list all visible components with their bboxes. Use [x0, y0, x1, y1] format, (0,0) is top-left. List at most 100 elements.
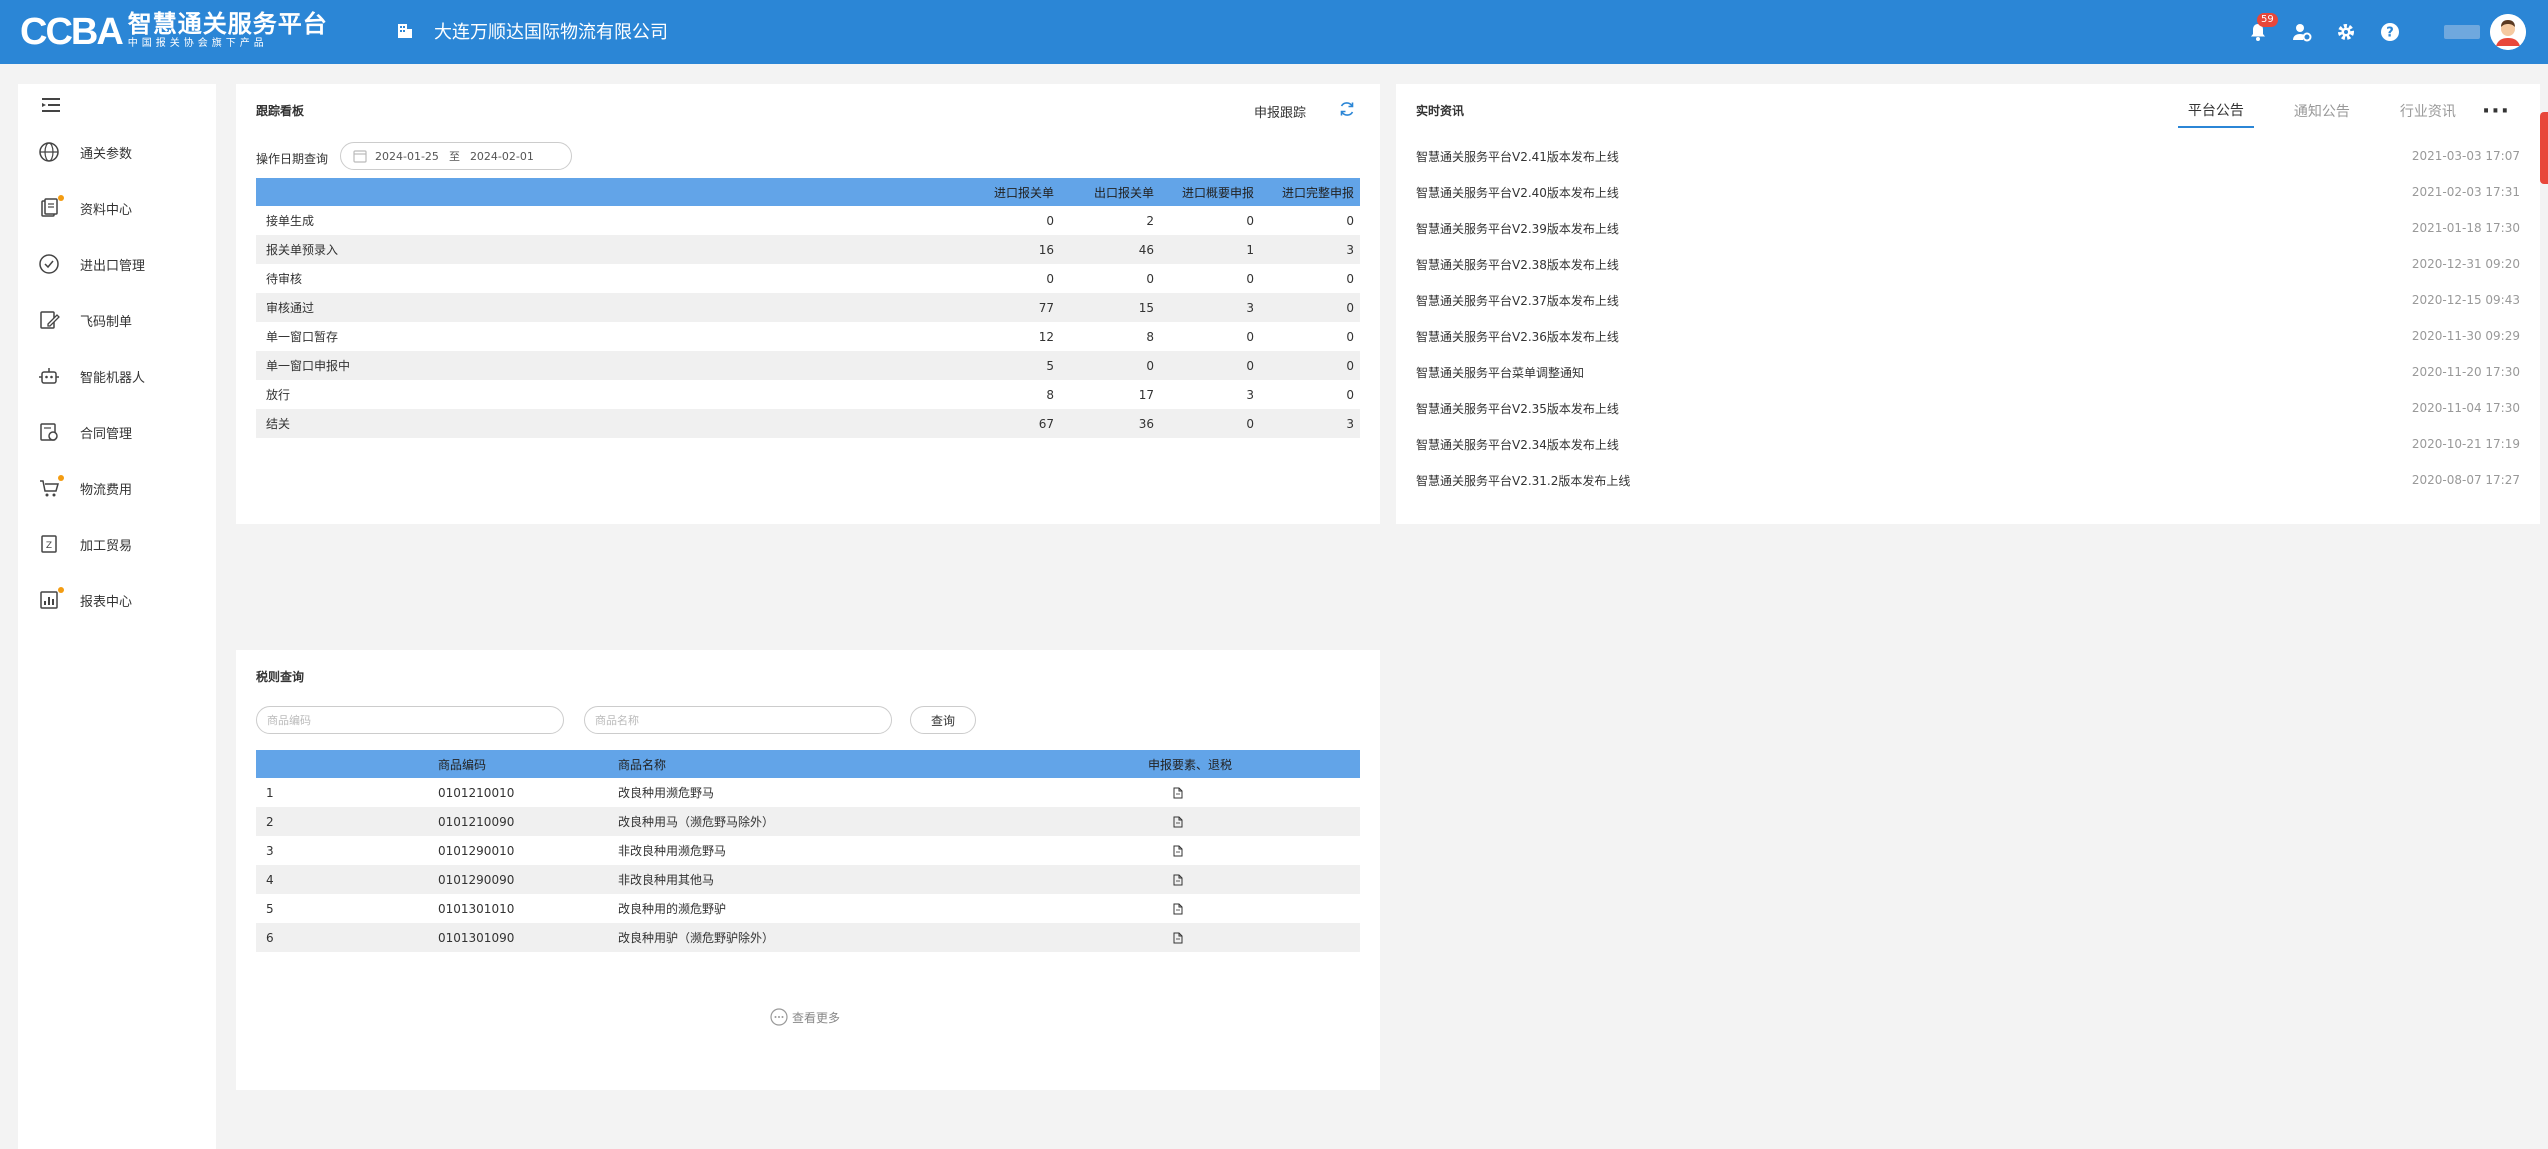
sidebar-item-customs-params[interactable]: 通关参数: [38, 132, 208, 172]
cell-count[interactable]: 3: [1260, 235, 1360, 264]
document-icon[interactable]: [1172, 874, 1184, 886]
news-item[interactable]: 智慧通关服务平台V2.35版本发布上线 2020-11-04 17:30: [1416, 390, 2520, 426]
table-row[interactable]: 1 0101210010 改良种用濒危野马: [256, 778, 1360, 807]
date-to[interactable]: 2024-02-01: [470, 150, 534, 163]
notification-bell-icon[interactable]: 59: [2247, 13, 2278, 43]
cell-count[interactable]: 0: [1260, 351, 1360, 380]
cell-count[interactable]: 0: [1160, 264, 1260, 293]
refresh-icon[interactable]: [1338, 100, 1356, 118]
cell-count[interactable]: 12: [960, 322, 1060, 351]
gear-icon[interactable]: [2335, 21, 2357, 43]
news-item[interactable]: 智慧通关服务平台V2.39版本发布上线 2021-01-18 17:30: [1416, 210, 2520, 246]
cell-count[interactable]: 16: [960, 235, 1060, 264]
news-item-title[interactable]: 智慧通关服务平台V2.31.2版本发布上线: [1416, 472, 1630, 489]
news-item-title[interactable]: 智慧通关服务平台V2.39版本发布上线: [1416, 220, 1619, 237]
declaration-tracking-link[interactable]: 申报跟踪: [1254, 102, 1306, 121]
cell-count[interactable]: 15: [1060, 293, 1160, 322]
news-item[interactable]: 智慧通关服务平台V2.36版本发布上线 2020-11-30 09:29: [1416, 318, 2520, 354]
document-icon[interactable]: [1172, 787, 1184, 799]
declaration-elements-cell[interactable]: [1142, 894, 1360, 923]
news-item[interactable]: 智慧通关服务平台V2.41版本发布上线 2021-03-03 17:07: [1416, 138, 2520, 174]
user-settings-icon[interactable]: [2291, 21, 2313, 43]
cell-count[interactable]: 5: [960, 351, 1060, 380]
avatar[interactable]: [2490, 14, 2526, 50]
cell-count[interactable]: 0: [1160, 409, 1260, 438]
cell-count[interactable]: 0: [1160, 206, 1260, 235]
declaration-elements-cell[interactable]: [1142, 836, 1360, 865]
cell-count[interactable]: 8: [1060, 322, 1160, 351]
news-item-title[interactable]: 智慧通关服务平台V2.41版本发布上线: [1416, 148, 1619, 165]
cell-count[interactable]: 0: [1260, 322, 1360, 351]
cell-count[interactable]: 0: [1160, 322, 1260, 351]
ccba-logo[interactable]: CCBA 智慧通关服务平台 中国报关协会旗下产品: [20, 10, 328, 54]
document-icon[interactable]: [1172, 816, 1184, 828]
news-item[interactable]: 智慧通关服务平台V2.40版本发布上线 2021-02-03 17:31: [1416, 174, 2520, 210]
query-button[interactable]: 查询: [910, 706, 976, 734]
cell-count[interactable]: 0: [1260, 206, 1360, 235]
news-item-title[interactable]: 智慧通关服务平台V2.36版本发布上线: [1416, 328, 1619, 345]
declaration-elements-cell[interactable]: [1142, 865, 1360, 894]
news-item-title[interactable]: 智慧通关服务平台V2.34版本发布上线: [1416, 436, 1619, 453]
user-name-placeholder[interactable]: [2444, 25, 2480, 39]
news-item[interactable]: 智慧通关服务平台V2.37版本发布上线 2020-12-15 09:43: [1416, 282, 2520, 318]
cell-count[interactable]: 0: [1060, 351, 1160, 380]
cell-count[interactable]: 1: [1160, 235, 1260, 264]
scrollbar-thumb[interactable]: [2540, 112, 2548, 184]
document-icon[interactable]: [1172, 932, 1184, 944]
cell-count[interactable]: 0: [1260, 380, 1360, 409]
document-icon[interactable]: [1172, 903, 1184, 915]
tab-industry-news[interactable]: 行业资讯: [2390, 97, 2466, 127]
cell-count[interactable]: 0: [1260, 264, 1360, 293]
more-options-icon[interactable]: ···: [2482, 101, 2510, 123]
news-item-title[interactable]: 智慧通关服务平台V2.40版本发布上线: [1416, 184, 1619, 201]
cell-count[interactable]: 17: [1060, 380, 1160, 409]
sidebar-item-logistics-fee[interactable]: 物流费用: [38, 468, 208, 508]
cell-count[interactable]: 0: [960, 264, 1060, 293]
document-icon[interactable]: [1172, 845, 1184, 857]
declaration-elements-cell[interactable]: [1142, 778, 1360, 807]
cell-count[interactable]: 3: [1160, 293, 1260, 322]
cell-count[interactable]: 2: [1060, 206, 1160, 235]
product-code-input[interactable]: [256, 706, 564, 734]
cell-count[interactable]: 0: [1060, 264, 1160, 293]
news-item[interactable]: 智慧通关服务平台V2.38版本发布上线 2020-12-31 09:20: [1416, 246, 2520, 282]
date-range-picker[interactable]: 2024-01-25 至 2024-02-01: [340, 142, 572, 170]
sidebar-item-reports[interactable]: 报表中心: [38, 580, 208, 620]
table-row[interactable]: 5 0101301010 改良种用的濒危野驴: [256, 894, 1360, 923]
sidebar-item-processing-trade[interactable]: Z 加工贸易: [38, 524, 208, 564]
news-item[interactable]: 智慧通关服务平台V2.34版本发布上线 2020-10-21 17:19: [1416, 426, 2520, 462]
cell-count[interactable]: 36: [1060, 409, 1160, 438]
cell-count[interactable]: 3: [1160, 380, 1260, 409]
cell-count[interactable]: 46: [1060, 235, 1160, 264]
news-item[interactable]: 智慧通关服务平台菜单调整通知 2020-11-20 17:30: [1416, 354, 2520, 390]
news-item-title[interactable]: 智慧通关服务平台V2.37版本发布上线: [1416, 292, 1619, 309]
product-name-input[interactable]: [584, 706, 892, 734]
cell-count[interactable]: 77: [960, 293, 1060, 322]
cell-count[interactable]: 3: [1260, 409, 1360, 438]
menu-collapse-icon[interactable]: [40, 94, 62, 116]
table-row[interactable]: 2 0101210090 改良种用马（濒危野马除外）: [256, 807, 1360, 836]
sidebar-item-data-center[interactable]: 资料中心: [38, 188, 208, 228]
sidebar-item-contract[interactable]: 合同管理: [38, 412, 208, 452]
cell-count[interactable]: 0: [1260, 293, 1360, 322]
cell-count[interactable]: 67: [960, 409, 1060, 438]
cell-count[interactable]: 0: [960, 206, 1060, 235]
date-from[interactable]: 2024-01-25: [375, 150, 439, 163]
sidebar-item-import-export[interactable]: 进出口管理: [38, 244, 208, 284]
help-icon[interactable]: ?: [2379, 21, 2401, 43]
cell-count[interactable]: 0: [1160, 351, 1260, 380]
view-more-button[interactable]: 查看更多: [770, 1008, 840, 1026]
news-item-title[interactable]: 智慧通关服务平台V2.35版本发布上线: [1416, 400, 1619, 417]
declaration-elements-cell[interactable]: [1142, 807, 1360, 836]
sidebar-item-robot[interactable]: 智能机器人: [38, 356, 208, 396]
news-item[interactable]: 智慧通关服务平台V2.31.2版本发布上线 2020-08-07 17:27: [1416, 462, 2520, 498]
tab-platform-notice[interactable]: 平台公告: [2177, 96, 2254, 128]
news-item-title[interactable]: 智慧通关服务平台菜单调整通知: [1416, 364, 1584, 381]
cell-count[interactable]: 8: [960, 380, 1060, 409]
table-row[interactable]: 4 0101290090 非改良种用其他马: [256, 865, 1360, 894]
declaration-elements-cell[interactable]: [1142, 923, 1360, 952]
table-row[interactable]: 3 0101290010 非改良种用濒危野马: [256, 836, 1360, 865]
table-row[interactable]: 6 0101301090 改良种用驴（濒危野驴除外）: [256, 923, 1360, 952]
tab-notice[interactable]: 通知公告: [2284, 97, 2360, 127]
sidebar-item-quick-form[interactable]: 飞码制单: [38, 300, 208, 340]
